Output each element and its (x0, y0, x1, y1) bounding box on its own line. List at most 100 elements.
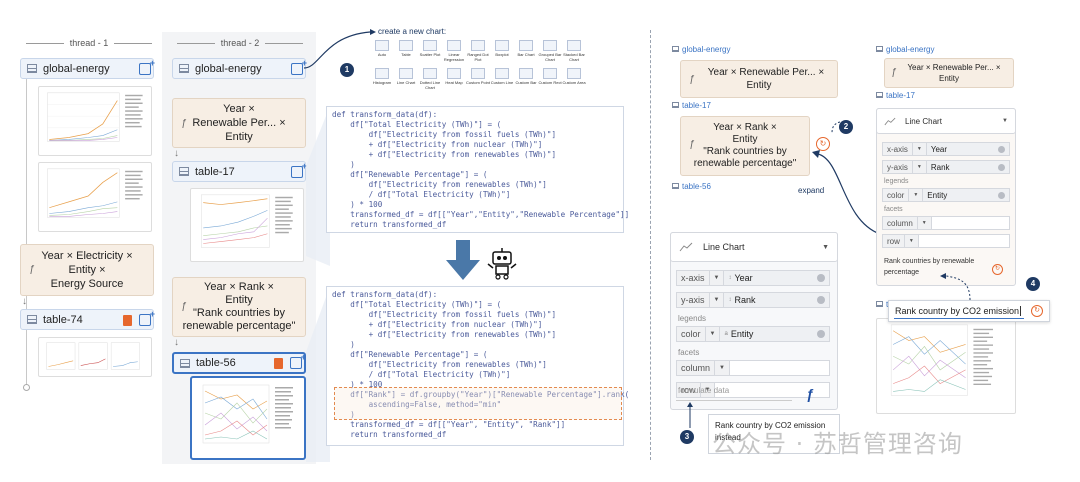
chart-type-option[interactable]: Custom Point (466, 68, 490, 85)
mid-formula-a-line2: Entity (746, 80, 772, 91)
chart-type-option[interactable]: Custom Bar (514, 68, 538, 85)
chart-type-option[interactable]: Scatter Plot (418, 40, 442, 57)
column-value[interactable] (729, 360, 830, 376)
formulate-data-placeholder: formulate data (678, 386, 730, 395)
t1-chart-thumb-2[interactable] (38, 162, 152, 232)
t2-global-energy-label: global-energy (195, 62, 262, 75)
right-table-17[interactable]: table-17 (876, 91, 915, 100)
chart-type-option[interactable]: Bar Chart (514, 40, 538, 57)
chart-type-option[interactable]: Boxplot (490, 40, 514, 57)
chart-type-option[interactable]: Stacked Bar Chart (562, 40, 586, 62)
mid-table-56[interactable]: table-56 (672, 182, 711, 191)
chart-type-option[interactable]: Table (394, 40, 418, 57)
down-arrow: ↓ (22, 296, 27, 307)
chart-type-option[interactable]: Linear Regression (442, 40, 466, 62)
t1-global-energy-card[interactable]: global-energy (20, 58, 155, 79)
trash-icon[interactable] (123, 315, 132, 326)
t1-table-74-card[interactable]: table-74 (20, 309, 155, 330)
right-prompt-line2: percentage (884, 269, 920, 276)
chart-type-option[interactable]: Grouped Bar Chart (538, 40, 562, 62)
clear-icon[interactable] (998, 191, 1005, 199)
right-row-row[interactable]: row ▼ (882, 234, 1010, 248)
right-yaxis-row[interactable]: y-axis ▼ Rank (882, 160, 1010, 174)
mid-formula-b-line2: Entity (732, 134, 758, 145)
clear-icon[interactable] (817, 296, 825, 304)
t1-formula-card[interactable]: ƒ Year × Electricity × Entity × Energy S… (20, 244, 154, 296)
right-formula-card[interactable]: ƒ Year × Renewable Per... × Entity (884, 58, 1014, 88)
t2-chart-thumb-1[interactable] (190, 188, 304, 262)
mid-formula-card-a[interactable]: ƒ Year × Renewable Per... × Entity (680, 60, 838, 98)
chart-type-option[interactable]: Auto (370, 40, 394, 57)
right-row-value[interactable] (918, 234, 1010, 248)
chevron-down-icon: ▼ (904, 234, 919, 248)
right-global-energy[interactable]: global-energy (876, 45, 934, 54)
t2-chart-thumb-2[interactable] (193, 379, 303, 457)
chart-type-option[interactable]: Ranged Dot Plot (466, 40, 490, 62)
right-color-key: color (882, 188, 910, 202)
add-chart-icon[interactable] (139, 58, 155, 75)
t2-table-56-card[interactable]: table-56 (172, 352, 306, 374)
chart-type-option[interactable]: Histogram (370, 68, 394, 85)
chart-type-option[interactable]: Dotted Line Chart (418, 68, 442, 90)
clear-icon[interactable] (817, 274, 825, 282)
chart-type-icon (471, 40, 485, 51)
clear-icon[interactable] (998, 145, 1005, 153)
yaxis-row[interactable]: y-axis ▼ ↕ Rank (676, 292, 830, 308)
chart-type-icon (567, 68, 581, 79)
t1-formula-line2: Entity × (68, 264, 106, 276)
t1-table-74-label: table-74 (43, 313, 83, 326)
chart-type-icon (543, 68, 557, 79)
right-color-row[interactable]: color ▼ Entity (882, 188, 1010, 202)
submit-icon[interactable]: ↻ (1031, 305, 1043, 317)
code-line: + df["Electricity from renewables (TWh)"… (332, 150, 557, 159)
chart-type-option[interactable]: Line Chart (394, 68, 418, 85)
trash-icon[interactable] (274, 358, 283, 369)
right-column-row[interactable]: column ▼ (882, 216, 1010, 230)
thread-1-end-dot (23, 384, 30, 391)
clear-icon[interactable] (817, 330, 825, 338)
chart-type-icon (423, 68, 437, 79)
mid-table-17[interactable]: table-17 (672, 101, 711, 110)
color-value: a Entity (720, 326, 830, 342)
t1-formula-line1: Year × Electricity × (41, 250, 133, 262)
chart-type-option[interactable]: Custom Rect (538, 68, 562, 85)
mid-global-energy[interactable]: global-energy (672, 45, 730, 54)
t2-formula-card-b[interactable]: ƒ Year × Rank × Entity "Rank countries b… (172, 277, 306, 337)
right-row-key: row (882, 234, 905, 248)
right-xaxis-row[interactable]: x-axis ▼ Year (882, 142, 1010, 156)
t2-formula-card-a[interactable]: ƒ Year × Renewable Per... × Entity (172, 98, 306, 148)
code-line: / df["Total Electricity (TWh)"] (332, 190, 511, 199)
right-color-value: Entity (923, 188, 1010, 202)
color-row[interactable]: color ▼ a Entity (676, 326, 830, 342)
add-chart-icon[interactable] (290, 352, 306, 369)
t2-table-17-card[interactable]: table-17 (172, 161, 307, 182)
chevron-down-icon: ▼ (709, 292, 725, 308)
formulate-underline (676, 400, 792, 401)
right-column-value[interactable] (931, 216, 1010, 230)
clear-icon[interactable] (998, 163, 1005, 171)
table-icon (180, 358, 190, 368)
code-line: ) (332, 340, 355, 349)
code-line: ) * 100 (332, 200, 383, 209)
xaxis-row[interactable]: x-axis ▼ ↕ Year (676, 270, 830, 286)
add-chart-icon[interactable] (139, 309, 155, 326)
right-edit-icon[interactable]: ↻ (992, 264, 1003, 275)
mid-formula-card-b[interactable]: ƒ Year × Rank × Entity "Rank countries b… (680, 116, 810, 176)
mid-edit-icon[interactable]: ↻ (816, 137, 830, 151)
t1-chart-thumb-3[interactable] (38, 337, 152, 377)
chart-type-icon (375, 68, 389, 79)
column-row[interactable]: column ▼ (676, 360, 830, 376)
right-prompt-text: Rank countries by renewable percentage (884, 256, 994, 278)
add-chart-icon[interactable] (291, 161, 307, 178)
chart-type-option[interactable]: Heat Map (442, 68, 466, 85)
yaxis-value: ↕ Rank (724, 292, 830, 308)
right-chart-thumb[interactable] (876, 318, 1016, 414)
code-line: df["Electricity from renewables (TWh)"] (332, 360, 547, 369)
table-icon (179, 64, 189, 73)
chart-type-option[interactable]: Custom Area (562, 68, 586, 85)
t2-global-energy-card[interactable]: global-energy (172, 58, 307, 79)
formulate-icon[interactable]: ƒ (806, 386, 814, 402)
right-chart-type-select[interactable]: Line Chart ▼ (876, 108, 1016, 134)
chart-type-option[interactable]: Custom Line (490, 68, 514, 85)
t1-chart-thumb-1[interactable] (38, 86, 152, 156)
